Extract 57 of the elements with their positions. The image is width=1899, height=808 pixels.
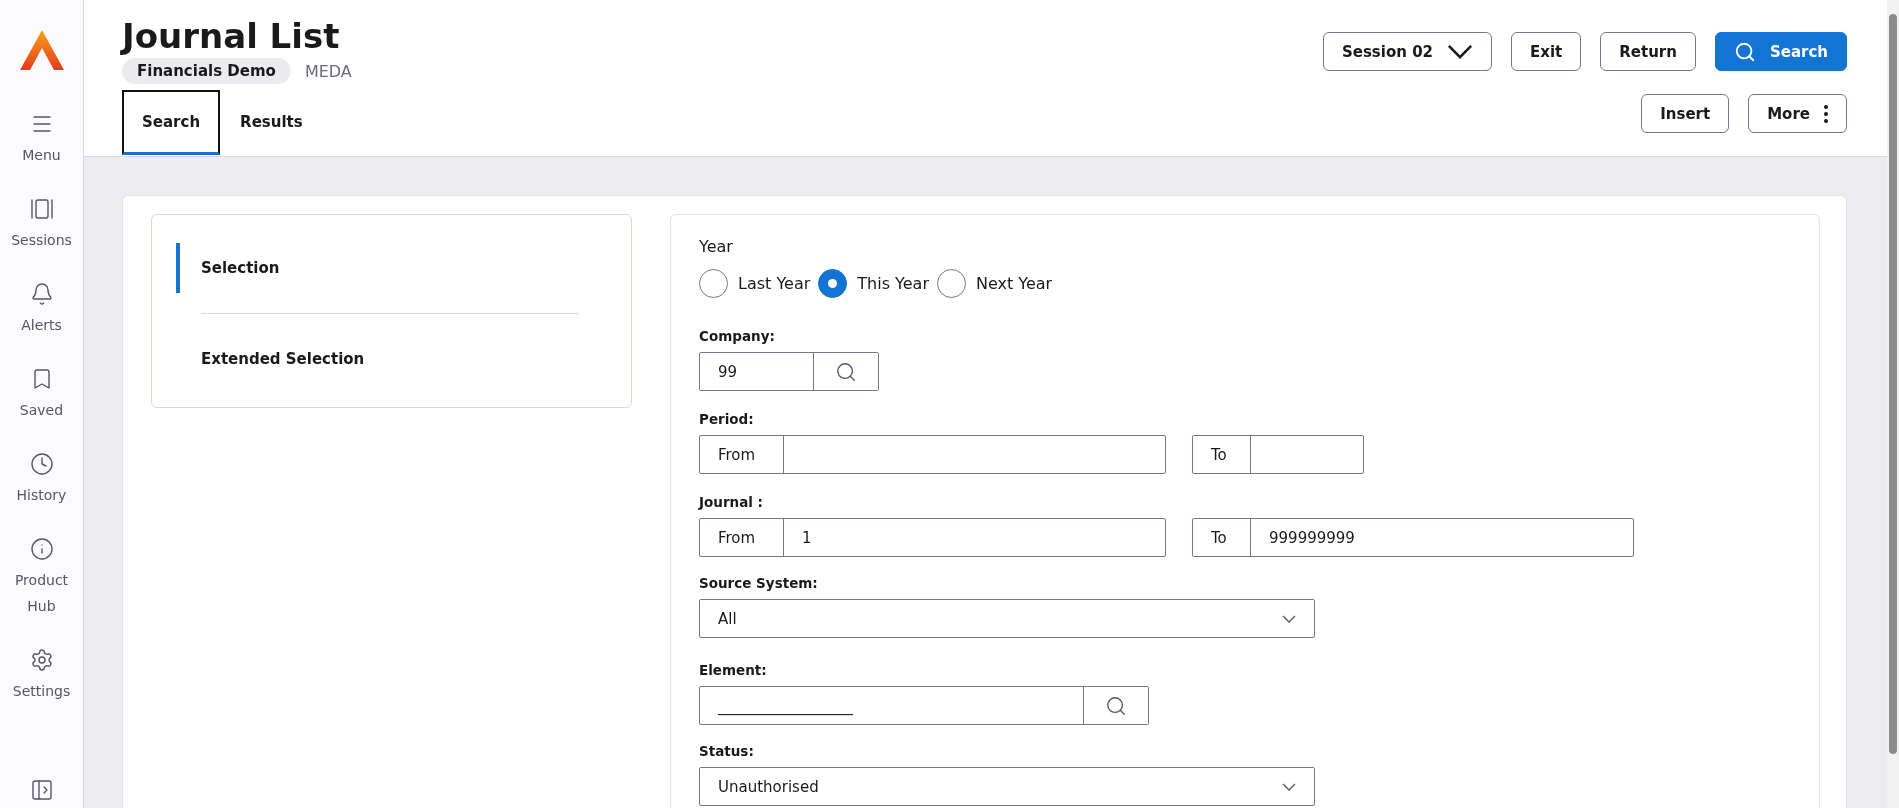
search-button[interactable]: Search [1714,32,1847,71]
lookup-field[interactable]: 99 [699,352,879,391]
info-icon [29,537,54,561]
radio-button[interactable] [818,269,848,298]
company-code: MEDA [304,61,352,81]
sidebar-item[interactable]: History [1,452,82,508]
search-icon [835,360,857,383]
sidebar-item[interactable]: Menu [1,112,82,168]
expand-panel-button[interactable] [29,778,54,802]
settings-icon [29,648,54,672]
action-button[interactable]: Exit [1511,32,1582,71]
cards-icon [29,197,54,221]
field-label: Year [699,237,734,256]
field-label: Source System: [699,575,819,591]
session-dropdown[interactable]: Session 02 [1322,32,1493,71]
page-title: Journal List [122,16,341,56]
search-button[interactable] [1083,687,1148,724]
search-button[interactable] [813,353,878,390]
sidebar-item[interactable]: Product Hub [1,537,82,619]
from-field[interactable]: From 1 [699,518,1166,557]
select-field[interactable]: All [699,599,1315,638]
caret-icon [1447,44,1474,59]
chevron-icon [1282,614,1296,623]
to-field[interactable]: To 999999999 [1192,518,1634,557]
field-label: Element: [699,662,768,678]
more-button[interactable]: More [1748,94,1847,133]
radio-option[interactable]: This Year [818,269,929,298]
radio-button[interactable] [699,269,728,298]
sidebar-item[interactable]: Saved [1,367,82,423]
sidebar-item[interactable]: Sessions [1,197,82,253]
scrollbar[interactable] [1887,0,1899,808]
bell-icon [29,282,54,306]
field-label: Period: [699,411,755,427]
tab[interactable]: Search [122,90,221,155]
sidebar-item[interactable]: Settings [1,648,82,704]
select-field[interactable]: Unauthorised [699,767,1315,806]
field-label: Journal : [699,494,764,510]
action-button[interactable]: Insert [1641,94,1730,133]
radio-button[interactable] [936,269,966,298]
radio-option[interactable]: Last Year [699,269,811,298]
radio-option[interactable]: Next Year [936,269,1053,298]
field-label: Company: [699,328,776,344]
search-icon [1733,40,1756,63]
chevron-icon [1282,782,1296,791]
to-field[interactable]: To [1192,435,1364,474]
clock-icon [29,452,54,476]
context-chip: Financials Demo [122,58,291,84]
more-icon [1824,104,1828,123]
logo [19,30,64,70]
search-icon [1105,694,1127,717]
field-label: Status: [699,743,755,759]
nav-item[interactable]: Selection [176,243,579,293]
action-button[interactable]: Return [1600,32,1696,71]
lookup-field[interactable]: __________________ [699,686,1149,725]
sidebar-item[interactable]: Alerts [1,282,82,338]
nav-item[interactable]: Extended Selection [176,334,579,384]
from-field[interactable]: From [699,435,1166,474]
